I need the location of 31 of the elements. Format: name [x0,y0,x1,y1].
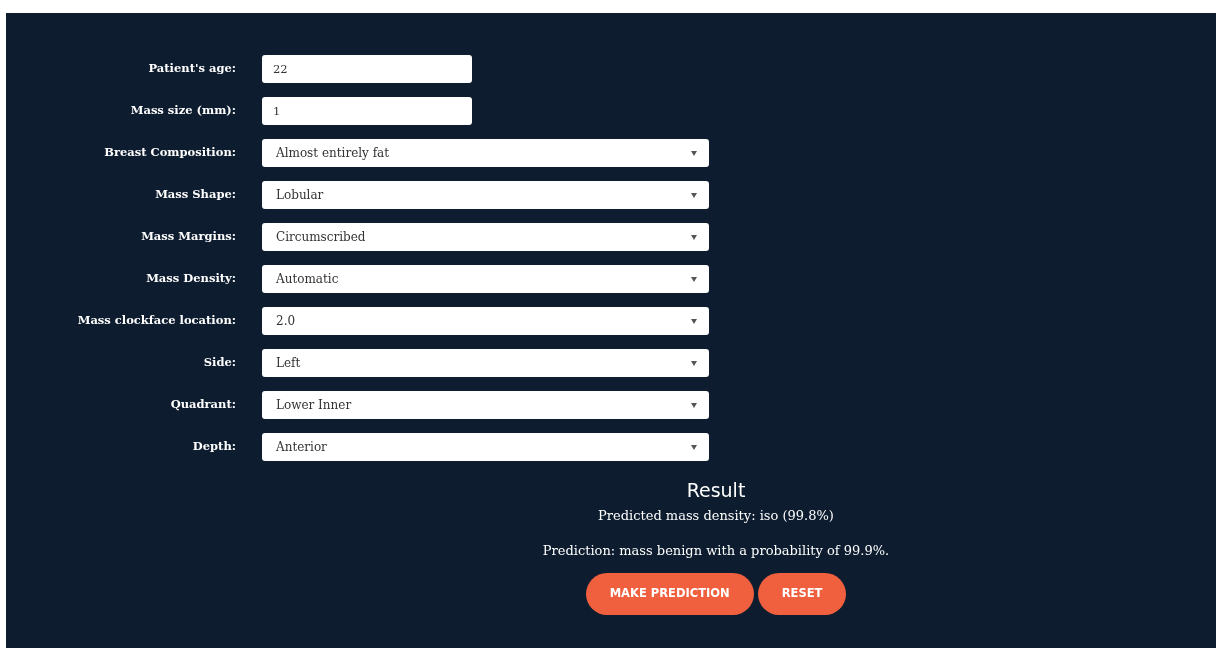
field-label: Mass size (mm): [129,102,236,120]
caret-icon [691,402,697,408]
select-field[interactable]: 2.0 [262,307,709,335]
caret-icon [691,192,697,198]
field-label: Quadrant: [169,396,236,414]
caret-icon [691,444,697,450]
select-field[interactable]: Lower Inner [262,391,709,419]
input-field[interactable]: 22 [262,55,472,83]
prediction-text: Prediction: mass benign with a probability of 99.9%. [541,542,891,561]
select-field[interactable]: Left [262,349,709,377]
select-field[interactable]: Automatic [262,265,709,293]
density-text: Predicted mass density: iso (99.8%) [597,506,835,525]
input-field[interactable]: 1 [262,97,472,125]
field-label: Depth: [191,438,236,456]
caret-icon [691,234,697,240]
select-field[interactable]: Circumscribed [262,223,709,251]
field-label: Mass clockface location: [76,312,236,330]
field-label: Side: [202,354,236,372]
field-label: Breast Composition: [103,144,236,162]
caret-icon [691,318,697,324]
select-field[interactable]: Lobular [262,181,709,209]
caret-icon [691,360,697,366]
field-label: Mass Density: [145,270,236,288]
field-label: Mass Shape: [154,186,236,204]
field-label: Patient's age: [147,60,236,78]
caret-icon [691,150,697,156]
select-field[interactable]: Anterior [262,433,709,461]
select-field[interactable]: Almost entirely fat [262,139,709,167]
field-label: Mass Margins: [140,228,236,246]
caret-icon [691,276,697,282]
result-heading: Result [685,479,747,502]
